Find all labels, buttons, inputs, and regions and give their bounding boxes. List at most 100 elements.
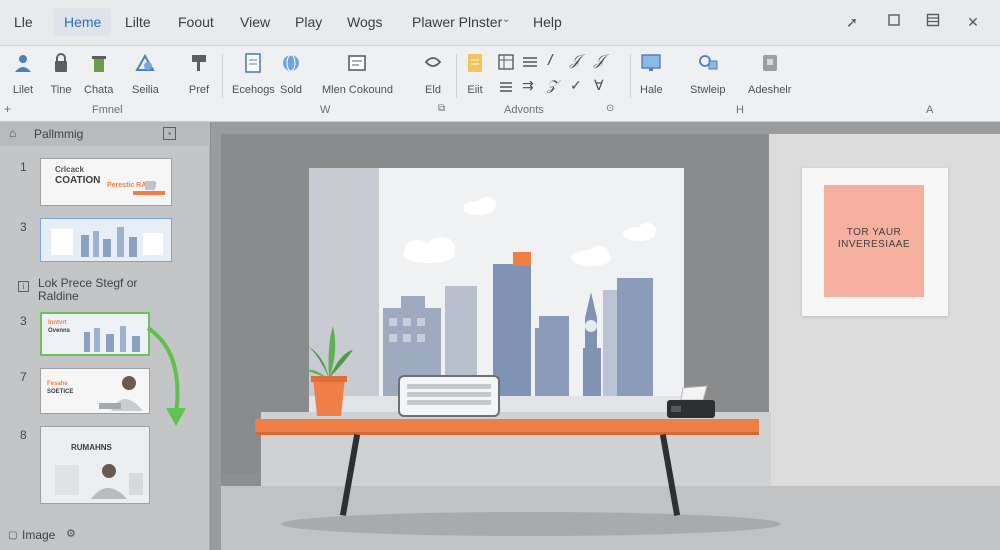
menu-lilte[interactable]: Lilte <box>125 14 151 30</box>
group-label-advonts: Advonts <box>504 104 544 116</box>
ribbon-label: Sold <box>280 84 303 96</box>
thumb-text: RUMAHNS <box>71 443 112 452</box>
check-icon[interactable]: ✓ <box>570 77 582 94</box>
slide-number: 8 <box>20 428 27 442</box>
shape-outline-icon <box>424 57 442 67</box>
ribbon-label: Chata <box>84 84 114 96</box>
layout-icon[interactable] <box>924 13 942 31</box>
menu-help[interactable]: Help <box>533 14 562 30</box>
ribbon-label: Pref <box>188 84 210 96</box>
image-icon: ▢ <box>8 530 18 541</box>
menu-play[interactable]: Play <box>295 14 322 30</box>
thumb-illustration <box>133 181 165 195</box>
globe-icon <box>283 54 300 72</box>
group-label-h: H <box>736 104 744 116</box>
font-color-icon[interactable]: Ɐ <box>594 77 604 94</box>
menu-bar: Lle Heme Lilte Foout View Play Wogs Plaw… <box>0 0 1000 46</box>
menu-home[interactable]: Heme <box>54 8 112 36</box>
poster-text: TOR YAUR INVERESIAAE <box>837 227 911 250</box>
ribbon-button-stwleip[interactable]: Stwleip <box>690 52 725 96</box>
printer-illustration <box>667 385 715 418</box>
slide-canvas[interactable]: TOR YAUR INVERESIAAE <box>211 122 1000 550</box>
menu-foout[interactable]: Foout <box>178 14 214 30</box>
list-icon[interactable] <box>498 80 514 96</box>
italic-icon[interactable]: 𝐼 <box>547 52 551 69</box>
ribbon-button-sold[interactable]: Sold <box>280 52 302 96</box>
poster-frame: TOR YAUR INVERESIAAE <box>824 185 924 297</box>
status-label: Image <box>22 528 56 542</box>
dialog-launcher-icon[interactable]: ⊙ <box>606 103 614 114</box>
ribbon-button-eld[interactable]: Eld <box>422 52 444 96</box>
close-icon[interactable]: ✕ <box>964 13 982 31</box>
menu-file[interactable]: Lle <box>14 14 33 30</box>
keyboard-illustration <box>398 375 500 417</box>
ribbon-separator <box>456 54 457 98</box>
slide-number: 7 <box>20 370 27 384</box>
lock-icon <box>55 53 67 72</box>
panel-options-icon[interactable]: ▪ <box>163 127 176 140</box>
ribbon-button-hale[interactable]: Hale <box>640 52 663 96</box>
section-collapse-icon[interactable]: i <box>18 281 29 292</box>
slide[interactable]: TOR YAUR INVERESIAAE <box>221 134 1000 550</box>
ribbon-button-seilia[interactable]: Seilia <box>132 52 159 96</box>
restore-window-icon[interactable] <box>885 13 903 31</box>
ribbon-button-lilet[interactable]: Lilet <box>12 52 34 96</box>
ribbon-label: Stwleip <box>690 84 726 96</box>
thumb-text: Fesahe <box>47 381 68 387</box>
thumb-skyline <box>51 227 163 257</box>
slide-thumbnail-4[interactable]: Fesahe SOETICE <box>40 368 150 414</box>
slides-panel: ⌂ Pallmmig ▪ 1 Crlcack COATION Perestic … <box>0 122 210 550</box>
document-icon <box>245 53 262 73</box>
dialog-launcher-icon[interactable]: ⧉ <box>438 103 445 114</box>
thumb-text: Crlcack <box>55 165 84 174</box>
ribbon-button-adeshelr[interactable]: Adeshelr <box>748 52 791 96</box>
collapse-arrow-icon[interactable]: + <box>4 102 11 116</box>
ribbon-label: Tine <box>50 84 72 96</box>
edit-document-icon <box>468 54 482 72</box>
ribbon-button-eiit[interactable]: Eiit <box>464 52 486 96</box>
thumb-text: Inntvrt <box>48 320 67 326</box>
menu-view[interactable]: View <box>240 14 270 30</box>
ribbon-button-pref[interactable]: Pref <box>188 52 210 96</box>
menu-wogs[interactable]: Wogs <box>347 14 383 30</box>
text-italic-icon[interactable]: 𝒵 <box>547 77 558 94</box>
ribbon-label: Lilet <box>12 84 34 96</box>
text-box-icon <box>348 55 367 71</box>
slide-thumbnail-3[interactable]: Inntvrt Ovenns <box>40 312 150 356</box>
share-arrow-icon[interactable]: ➚ <box>843 13 861 31</box>
settings-icon[interactable]: ⚙ <box>66 527 76 540</box>
floor-shadow <box>281 512 781 536</box>
thumb-text: Ovenns <box>48 328 71 334</box>
slide-number: 3 <box>20 220 27 234</box>
ribbon-label: Hale <box>640 84 663 96</box>
menu-plawer-plnster[interactable]: Plawer Plnster <box>412 14 502 30</box>
slide-thumbnail-2[interactable] <box>40 218 172 262</box>
transition-arrow-icon <box>146 326 186 426</box>
chevron-down-icon[interactable]: ⌄ <box>502 14 510 25</box>
wall-poster: TOR YAUR INVERESIAAE <box>802 168 948 316</box>
text-direction-icon[interactable]: ⇉ <box>522 77 534 94</box>
group-label-w: W <box>320 104 331 116</box>
slide-thumbnail-5[interactable]: RUMAHNS <box>40 426 150 504</box>
thumb-text: COATION <box>55 175 101 186</box>
group-label-a: A <box>926 104 934 116</box>
trash-icon <box>91 56 106 72</box>
ribbon-label: Ecehogs <box>232 84 275 96</box>
ribbon-button-tine[interactable]: Tine <box>50 52 72 96</box>
script-icon[interactable]: 𝒥 <box>570 52 580 69</box>
ribbon-button-ecehogs[interactable]: Ecehogs <box>232 52 275 96</box>
superscript-icon[interactable]: 𝒥 <box>594 52 604 69</box>
section-title: Lok Prece Stegf or Raldine <box>38 276 138 303</box>
slide-number: 3 <box>20 314 27 328</box>
ribbon-button-chata[interactable]: Chata <box>84 52 113 96</box>
monitor-icon <box>641 54 662 71</box>
thumb-skyline <box>84 326 140 352</box>
slide-thumbnail-1[interactable]: Crlcack COATION Perestic RAAR <box>40 158 172 206</box>
ribbon-button-mlen-cokound[interactable]: Mlen Cokound <box>322 52 393 96</box>
search-folder-icon <box>698 55 718 70</box>
table-icon[interactable] <box>498 54 514 70</box>
shape-icon <box>135 53 156 71</box>
ribbon-separator <box>222 54 223 98</box>
align-icon[interactable] <box>522 54 538 70</box>
home-icon[interactable]: ⌂ <box>9 126 16 140</box>
